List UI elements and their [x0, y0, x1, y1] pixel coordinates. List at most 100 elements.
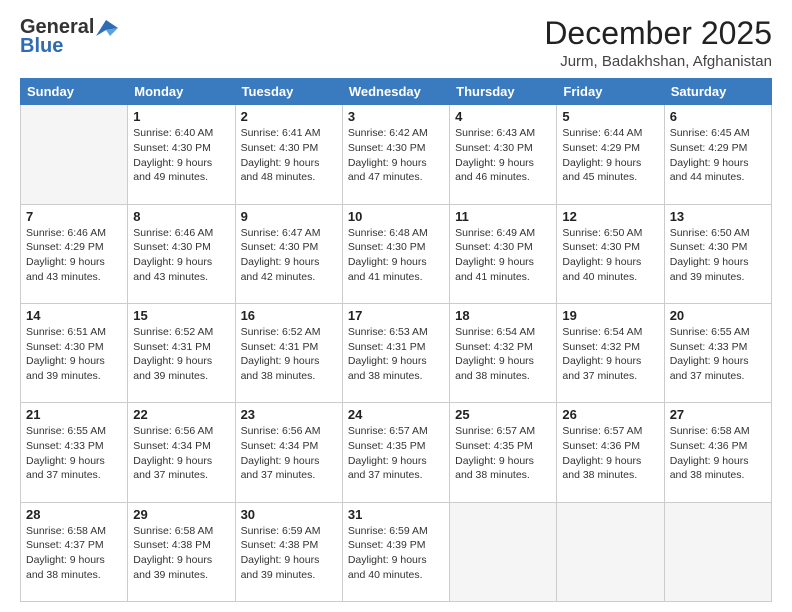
day-info: Sunrise: 6:58 AM Sunset: 4:36 PM Dayligh… — [670, 424, 766, 483]
calendar-cell: 4 Sunrise: 6:43 AM Sunset: 4:30 PM Daylig… — [450, 105, 557, 204]
day-number: 16 — [241, 308, 337, 323]
day-number: 20 — [670, 308, 766, 323]
day-info: Sunrise: 6:43 AM Sunset: 4:30 PM Dayligh… — [455, 126, 551, 185]
calendar-cell — [557, 502, 664, 601]
day-number: 31 — [348, 507, 444, 522]
day-info: Sunrise: 6:44 AM Sunset: 4:29 PM Dayligh… — [562, 126, 658, 185]
calendar-cell: 5 Sunrise: 6:44 AM Sunset: 4:29 PM Daylig… — [557, 105, 664, 204]
title-block: December 2025 Jurm, Badakhshan, Afghanis… — [544, 16, 772, 70]
calendar-cell: 17Sunrise: 6:53 AM Sunset: 4:31 PM Dayli… — [342, 303, 449, 402]
logo-blue: Blue — [20, 35, 63, 58]
day-number: 11 — [455, 209, 551, 224]
day-info: Sunrise: 6:47 AM Sunset: 4:30 PM Dayligh… — [241, 226, 337, 285]
day-info: Sunrise: 6:49 AM Sunset: 4:30 PM Dayligh… — [455, 226, 551, 285]
day-number: 10 — [348, 209, 444, 224]
day-info: Sunrise: 6:56 AM Sunset: 4:34 PM Dayligh… — [241, 424, 337, 483]
calendar-cell: 9 Sunrise: 6:47 AM Sunset: 4:30 PM Daylig… — [235, 204, 342, 303]
day-info: Sunrise: 6:59 AM Sunset: 4:39 PM Dayligh… — [348, 524, 444, 583]
day-info: Sunrise: 6:46 AM Sunset: 4:29 PM Dayligh… — [26, 226, 122, 285]
day-number: 6 — [670, 109, 766, 124]
week-row-5: 28 Sunrise: 6:58 AM Sunset: 4:37 PM Dayli… — [21, 502, 772, 601]
calendar-cell: 19Sunrise: 6:54 AM Sunset: 4:32 PM Dayli… — [557, 303, 664, 402]
calendar-cell: 20Sunrise: 6:55 AM Sunset: 4:33 PM Dayli… — [664, 303, 771, 402]
week-row-2: 7 Sunrise: 6:46 AM Sunset: 4:29 PM Daylig… — [21, 204, 772, 303]
day-info: Sunrise: 6:50 AM Sunset: 4:30 PM Dayligh… — [562, 226, 658, 285]
calendar-header-sunday: Sunday — [21, 79, 128, 105]
day-info: Sunrise: 6:51 AM Sunset: 4:30 PM Dayligh… — [26, 325, 122, 384]
day-info: Sunrise: 6:58 AM Sunset: 4:37 PM Dayligh… — [26, 524, 122, 583]
day-number: 17 — [348, 308, 444, 323]
calendar-cell: 30 Sunrise: 6:59 AM Sunset: 4:38 PM Dayli… — [235, 502, 342, 601]
day-info: Sunrise: 6:59 AM Sunset: 4:38 PM Dayligh… — [241, 524, 337, 583]
day-number: 9 — [241, 209, 337, 224]
calendar-header-friday: Friday — [557, 79, 664, 105]
calendar-cell: 18Sunrise: 6:54 AM Sunset: 4:32 PM Dayli… — [450, 303, 557, 402]
day-number: 3 — [348, 109, 444, 124]
day-number: 1 — [133, 109, 229, 124]
day-info: Sunrise: 6:55 AM Sunset: 4:33 PM Dayligh… — [26, 424, 122, 483]
day-info: Sunrise: 6:42 AM Sunset: 4:30 PM Dayligh… — [348, 126, 444, 185]
day-number: 24 — [348, 407, 444, 422]
calendar-cell: 26 Sunrise: 6:57 AM Sunset: 4:36 PM Dayli… — [557, 403, 664, 502]
day-number: 22 — [133, 407, 229, 422]
calendar-cell: 28 Sunrise: 6:58 AM Sunset: 4:37 PM Dayli… — [21, 502, 128, 601]
day-number: 4 — [455, 109, 551, 124]
calendar-cell: 7 Sunrise: 6:46 AM Sunset: 4:29 PM Daylig… — [21, 204, 128, 303]
calendar-cell: 8 Sunrise: 6:46 AM Sunset: 4:30 PM Daylig… — [128, 204, 235, 303]
calendar-cell: 6Sunrise: 6:45 AM Sunset: 4:29 PM Daylig… — [664, 105, 771, 204]
calendar-header-monday: Monday — [128, 79, 235, 105]
day-number: 8 — [133, 209, 229, 224]
logo: General Blue — [20, 16, 118, 58]
calendar-header-tuesday: Tuesday — [235, 79, 342, 105]
calendar-header-thursday: Thursday — [450, 79, 557, 105]
day-number: 7 — [26, 209, 122, 224]
calendar-cell: 12Sunrise: 6:50 AM Sunset: 4:30 PM Dayli… — [557, 204, 664, 303]
subtitle: Jurm, Badakhshan, Afghanistan — [544, 53, 772, 70]
calendar-cell — [21, 105, 128, 204]
calendar-cell: 10 Sunrise: 6:48 AM Sunset: 4:30 PM Dayli… — [342, 204, 449, 303]
day-number: 14 — [26, 308, 122, 323]
header: General Blue December 2025 Jurm, Badakhs… — [20, 16, 772, 70]
day-info: Sunrise: 6:48 AM Sunset: 4:30 PM Dayligh… — [348, 226, 444, 285]
day-number: 5 — [562, 109, 658, 124]
calendar-cell: 22 Sunrise: 6:56 AM Sunset: 4:34 PM Dayli… — [128, 403, 235, 502]
day-number: 28 — [26, 507, 122, 522]
day-number: 2 — [241, 109, 337, 124]
main-title: December 2025 — [544, 16, 772, 51]
day-info: Sunrise: 6:54 AM Sunset: 4:32 PM Dayligh… — [562, 325, 658, 384]
day-info: Sunrise: 6:52 AM Sunset: 4:31 PM Dayligh… — [133, 325, 229, 384]
week-row-1: 1Sunrise: 6:40 AM Sunset: 4:30 PM Daylig… — [21, 105, 772, 204]
day-info: Sunrise: 6:57 AM Sunset: 4:36 PM Dayligh… — [562, 424, 658, 483]
calendar-cell: 23 Sunrise: 6:56 AM Sunset: 4:34 PM Dayli… — [235, 403, 342, 502]
day-number: 13 — [670, 209, 766, 224]
day-number: 21 — [26, 407, 122, 422]
day-number: 23 — [241, 407, 337, 422]
day-info: Sunrise: 6:46 AM Sunset: 4:30 PM Dayligh… — [133, 226, 229, 285]
calendar-cell — [664, 502, 771, 601]
day-number: 26 — [562, 407, 658, 422]
calendar-cell: 21 Sunrise: 6:55 AM Sunset: 4:33 PM Dayli… — [21, 403, 128, 502]
calendar-cell: 1Sunrise: 6:40 AM Sunset: 4:30 PM Daylig… — [128, 105, 235, 204]
calendar-header-wednesday: Wednesday — [342, 79, 449, 105]
day-info: Sunrise: 6:57 AM Sunset: 4:35 PM Dayligh… — [455, 424, 551, 483]
day-info: Sunrise: 6:57 AM Sunset: 4:35 PM Dayligh… — [348, 424, 444, 483]
day-number: 18 — [455, 308, 551, 323]
calendar-cell: 16 Sunrise: 6:52 AM Sunset: 4:31 PM Dayli… — [235, 303, 342, 402]
calendar-cell: 13 Sunrise: 6:50 AM Sunset: 4:30 PM Dayli… — [664, 204, 771, 303]
calendar-header-row: SundayMondayTuesdayWednesdayThursdayFrid… — [21, 79, 772, 105]
calendar-cell — [450, 502, 557, 601]
week-row-4: 21 Sunrise: 6:55 AM Sunset: 4:33 PM Dayli… — [21, 403, 772, 502]
day-info: Sunrise: 6:56 AM Sunset: 4:34 PM Dayligh… — [133, 424, 229, 483]
day-info: Sunrise: 6:58 AM Sunset: 4:38 PM Dayligh… — [133, 524, 229, 583]
day-info: Sunrise: 6:52 AM Sunset: 4:31 PM Dayligh… — [241, 325, 337, 384]
calendar-cell: 15Sunrise: 6:52 AM Sunset: 4:31 PM Dayli… — [128, 303, 235, 402]
calendar-cell: 31 Sunrise: 6:59 AM Sunset: 4:39 PM Dayli… — [342, 502, 449, 601]
day-number: 30 — [241, 507, 337, 522]
calendar-cell: 24 Sunrise: 6:57 AM Sunset: 4:35 PM Dayli… — [342, 403, 449, 502]
page: General Blue December 2025 Jurm, Badakhs… — [0, 0, 792, 612]
calendar-header-saturday: Saturday — [664, 79, 771, 105]
calendar-table: SundayMondayTuesdayWednesdayThursdayFrid… — [20, 78, 772, 602]
day-info: Sunrise: 6:50 AM Sunset: 4:30 PM Dayligh… — [670, 226, 766, 285]
calendar-cell: 25Sunrise: 6:57 AM Sunset: 4:35 PM Dayli… — [450, 403, 557, 502]
logo-bird-icon — [96, 20, 118, 36]
